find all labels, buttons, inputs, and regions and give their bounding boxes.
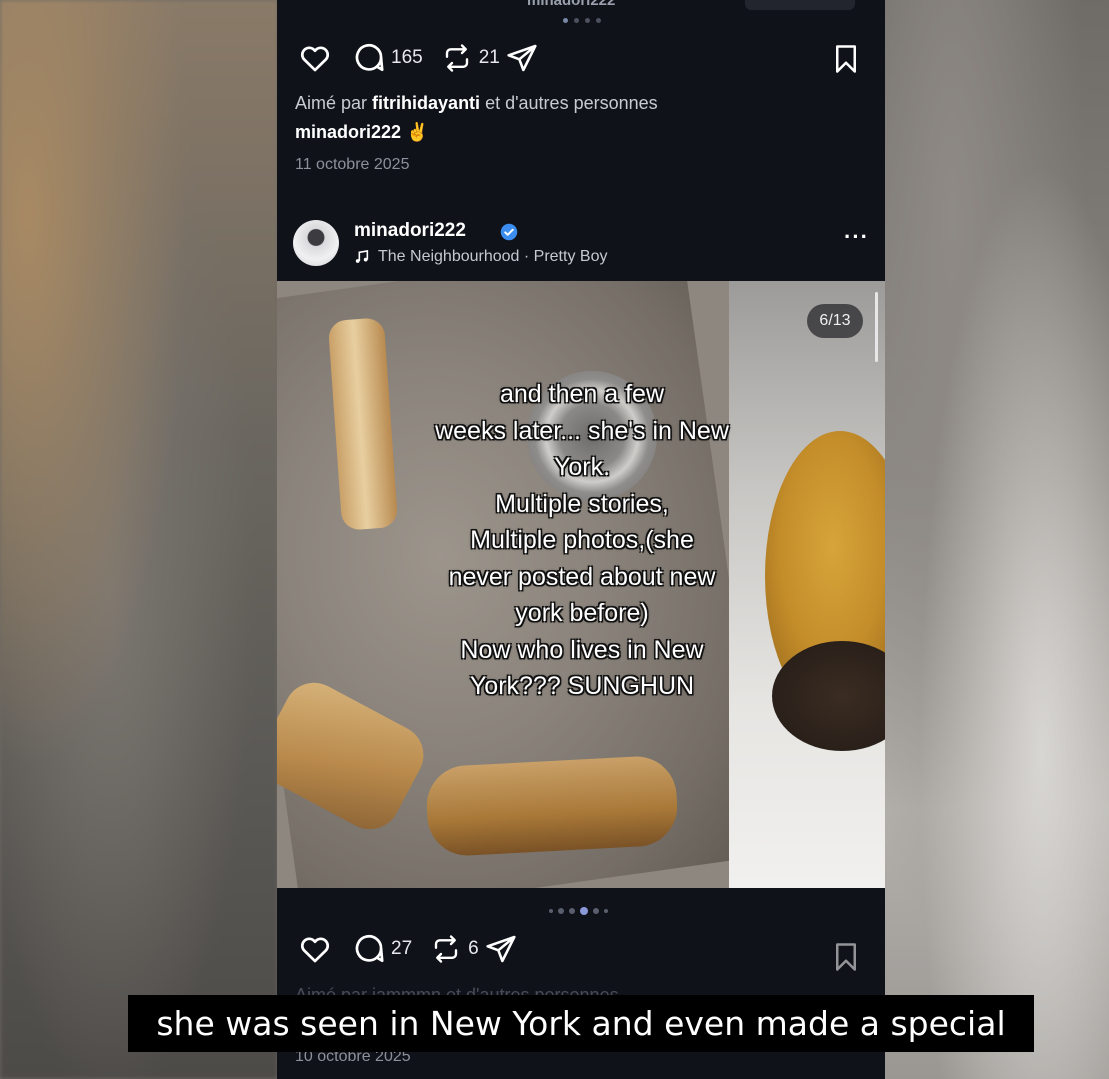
music-note-icon <box>355 250 369 263</box>
music-label: The Neighbourhood · Pretty Boy <box>378 248 608 265</box>
reposts-count: 21 <box>478 47 500 68</box>
carousel-pager <box>549 907 608 915</box>
previous-post-pager <box>563 18 601 23</box>
heart-icon[interactable] <box>297 40 333 76</box>
post-date: 11 octobre 2025 <box>295 156 410 173</box>
repost-icon[interactable] <box>428 931 464 967</box>
blurred-background-left <box>0 0 278 1079</box>
photo-counter: 6/13 <box>807 304 863 338</box>
post-caption: minadori222 ✌️ <box>295 122 429 142</box>
video-subtitle: she was seen in New York and even made a… <box>128 995 1034 1052</box>
share-icon[interactable] <box>504 40 540 76</box>
top-action-row: 165 21 <box>297 40 540 76</box>
reposts-count: 6 <box>468 938 479 959</box>
blurred-background-right <box>885 0 1109 1079</box>
post-header: minadori222 The Neighbourhood · Pretty B… <box>293 218 869 268</box>
more-options-icon[interactable]: ··· <box>844 224 869 250</box>
previous-post-username: minadori222 <box>527 0 616 9</box>
comments-count: 165 <box>391 47 423 68</box>
bookmark-icon[interactable] <box>829 42 863 76</box>
top-follow-button[interactable] <box>745 0 855 10</box>
music-info[interactable]: The Neighbourhood · Pretty Boy <box>354 248 607 266</box>
liked-by-user-link[interactable]: fitrihidayanti <box>372 93 480 113</box>
bottom-action-row: 27 6 <box>297 931 519 967</box>
avatar[interactable] <box>293 220 339 266</box>
bookmark-icon[interactable] <box>829 940 863 974</box>
comments-count: 27 <box>391 938 413 959</box>
photo-overlay-text: and then a few weeks later... she's in N… <box>435 380 729 700</box>
share-icon[interactable] <box>483 931 519 967</box>
post-username[interactable]: minadori222 <box>354 220 466 242</box>
heart-icon[interactable] <box>297 931 333 967</box>
phone-screen: minadori222 165 21 Aimé par fitrihidayan… <box>277 0 885 1079</box>
comment-icon[interactable] <box>351 931 387 967</box>
verified-badge-icon <box>500 223 518 241</box>
pastry <box>424 754 680 858</box>
liked-by-text: Aimé par fitrihidayanti et d'autres pers… <box>295 93 658 113</box>
comment-icon[interactable] <box>351 40 387 76</box>
scrollbar[interactable] <box>875 292 878 362</box>
repost-icon[interactable] <box>439 40 475 76</box>
